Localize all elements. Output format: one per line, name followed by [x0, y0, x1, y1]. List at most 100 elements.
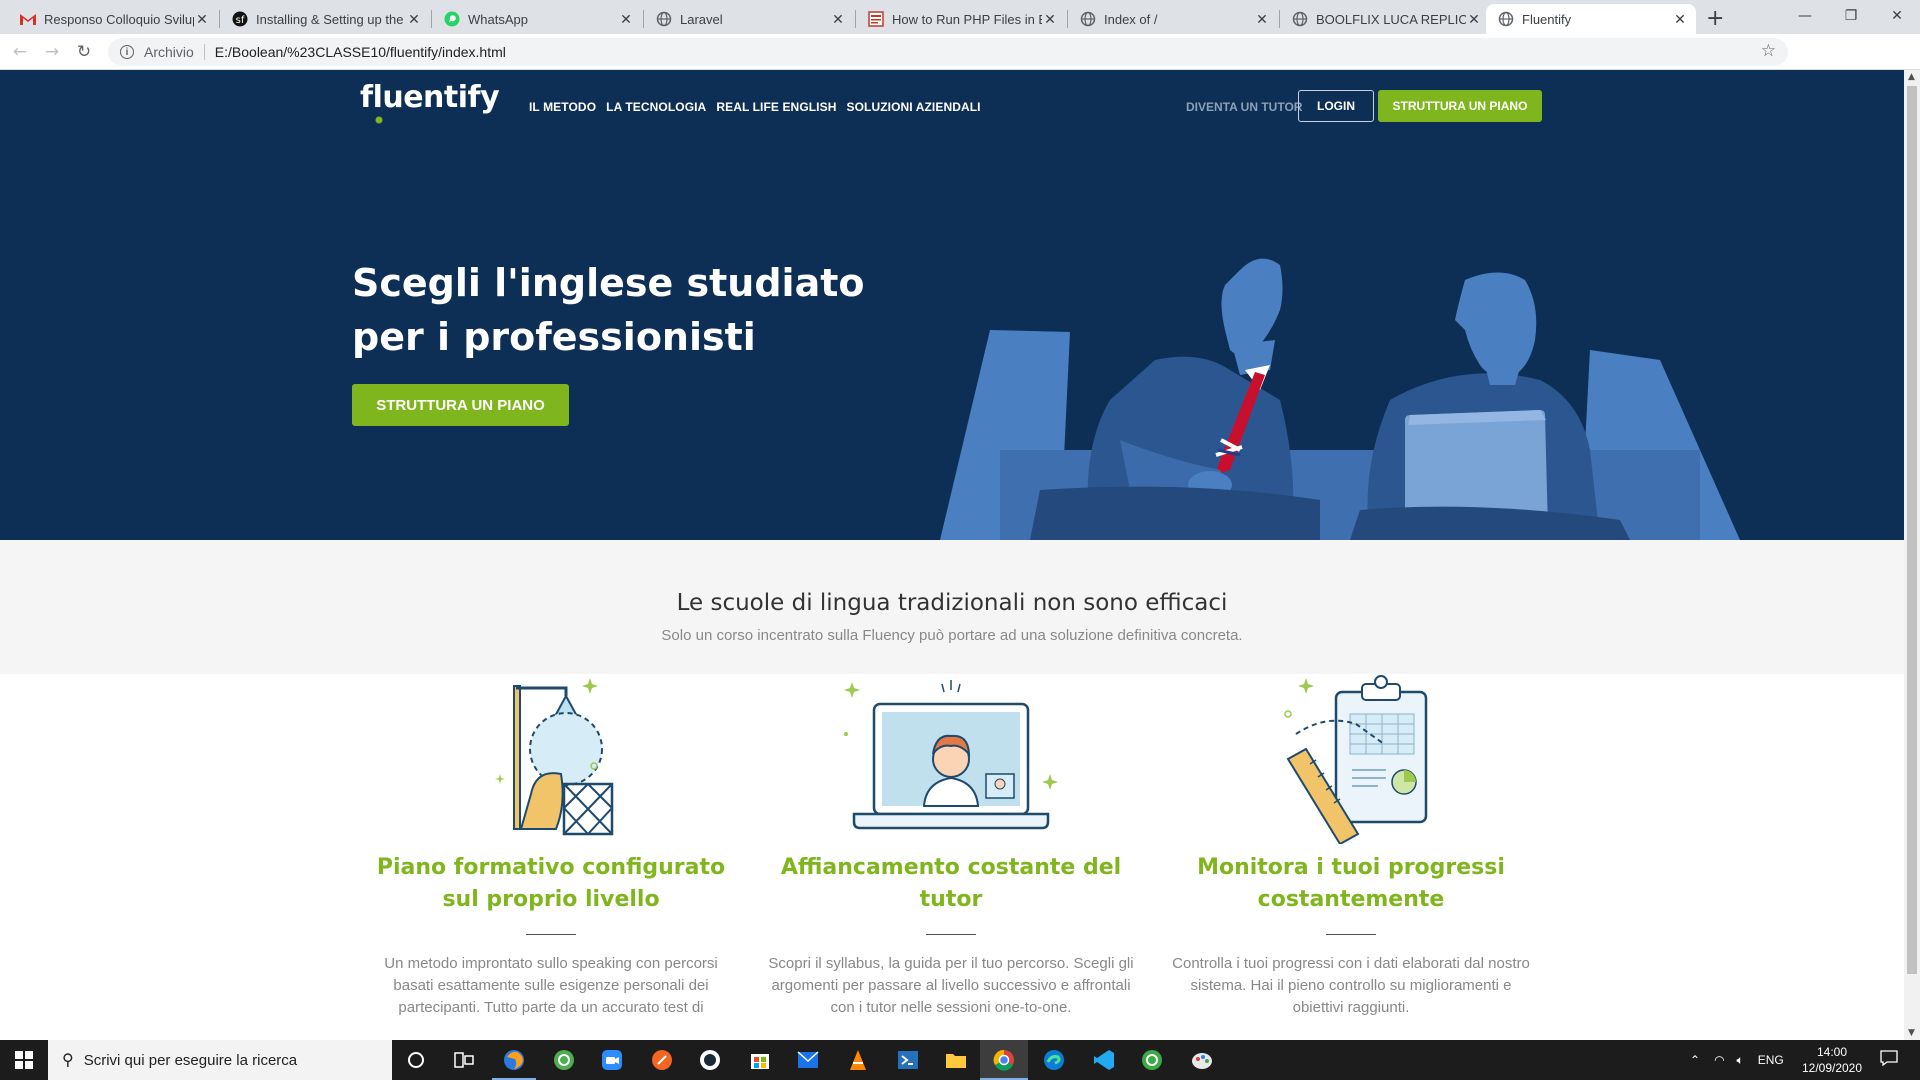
gitkraken-green-icon[interactable]: [1138, 1046, 1166, 1074]
page-viewport: fluentify IL METODO LA TECNOLOGIA REAL L…: [0, 70, 1904, 1040]
divider: [1326, 934, 1376, 935]
task-view-icon[interactable]: [450, 1046, 478, 1074]
scroll-down-arrow-icon[interactable]: ▼: [1908, 1028, 1915, 1038]
url-text[interactable]: E:/Boolean/%23CLASSE10/fluentify/index.h…: [215, 44, 506, 60]
close-icon[interactable]: ✕: [618, 11, 634, 28]
fluentify-logo[interactable]: fluentify: [360, 80, 500, 124]
system-clock[interactable]: 14:00 12/09/2020: [1792, 1044, 1872, 1076]
browser-toolbar: ← → ↻ i Archivio E:/Boolean/%23CLASSE10/…: [0, 34, 1920, 97]
cortana-icon[interactable]: [402, 1046, 430, 1074]
clock-time: 14:00: [1816, 1045, 1848, 1059]
edge-icon[interactable]: [1040, 1046, 1068, 1074]
close-icon[interactable]: ✕: [1672, 11, 1688, 28]
tab-title: BOOLFLIX LUCA REPLICA: [1316, 11, 1466, 27]
feature-card-plan: Piano formativo configurato sul proprio …: [366, 674, 736, 1019]
info-icon[interactable]: i: [120, 45, 134, 59]
hero-title: Scegli l'inglese studiato per i professi…: [352, 261, 865, 359]
reload-button[interactable]: ↻: [72, 40, 96, 64]
paint-palette-icon[interactable]: [1188, 1046, 1216, 1074]
zoom-icon[interactable]: [598, 1046, 626, 1074]
powershell-icon[interactable]: [894, 1046, 922, 1074]
search-placeholder: Scrivi qui per eseguire la ricerca: [83, 1051, 298, 1069]
back-button[interactable]: ←: [8, 40, 32, 64]
article-icon: [868, 11, 884, 27]
forward-button[interactable]: →: [40, 40, 64, 64]
feature-title: Piano formativo configurato sul proprio …: [376, 855, 726, 912]
nav-la-tecnologia[interactable]: LA TECNOLOGIA: [606, 100, 706, 114]
close-icon[interactable]: ✕: [1466, 11, 1482, 28]
feature-card-progress: Monitora i tuoi progressi costantemente …: [1166, 674, 1536, 1019]
vlc-icon[interactable]: [844, 1046, 872, 1074]
tab-fluentify[interactable]: Fluentify ✕: [1486, 4, 1696, 34]
hero-section: fluentify IL METODO LA TECNOLOGIA REAL L…: [0, 70, 1904, 540]
tab-whatsapp[interactable]: WhatsApp ✕: [432, 4, 642, 34]
scrollbar-thumb[interactable]: [1907, 86, 1917, 974]
login-button[interactable]: LOGIN: [1298, 90, 1374, 122]
svg-text:sf: sf: [236, 15, 245, 26]
globe-icon: [656, 11, 672, 27]
feature-title: Monitora i tuoi progressi costantemente: [1197, 855, 1505, 912]
close-icon[interactable]: ✕: [1042, 11, 1058, 28]
hero-plan-button[interactable]: STRUTTURA UN PIANO: [352, 384, 569, 426]
tab-title: Index of /: [1104, 11, 1158, 27]
new-tab-button[interactable]: +: [1706, 6, 1724, 31]
intro-section: Le scuole di lingua tradizionali non son…: [0, 540, 1904, 674]
close-icon[interactable]: ✕: [194, 11, 210, 28]
restore-button[interactable]: ❐: [1828, 0, 1874, 32]
become-tutor-link[interactable]: DIVENTA UN TUTOR: [1186, 100, 1302, 114]
chatgpt-green-app-icon[interactable]: [550, 1046, 578, 1074]
vscode-icon[interactable]: [1090, 1046, 1118, 1074]
network-icon[interactable]: ◠: [1714, 1053, 1724, 1067]
browser-tab-strip: Responso Colloquio Svilupp ✕ sf Installi…: [0, 0, 1920, 34]
page-scrollbar[interactable]: ▲ ▼: [1904, 70, 1920, 1040]
chrome-icon[interactable]: [990, 1046, 1018, 1074]
windows-taskbar: ⚲ Scrivi qui per eseguire la ricerca ⌃ ◠…: [0, 1040, 1920, 1080]
file-explorer-icon[interactable]: [942, 1046, 970, 1074]
feature-text: Scopri il syllabus, la guida per il tuo …: [768, 955, 1134, 1016]
tab-title: Installing & Setting up the S: [256, 11, 406, 27]
laptop-tutor-illustration-icon: [844, 680, 1058, 830]
steam-icon[interactable]: [696, 1046, 724, 1074]
microsoft-store-icon[interactable]: [746, 1046, 774, 1074]
header-plan-button[interactable]: STRUTTURA UN PIANO: [1378, 90, 1542, 122]
tab-php-article[interactable]: How to Run PHP Files in Bro ✕: [856, 4, 1066, 34]
taskbar-search-input[interactable]: ⚲ Scrivi qui per eseguire la ricerca: [48, 1040, 392, 1080]
nav-soluzioni-aziendali[interactable]: SOLUZIONI AZIENDALI: [846, 100, 980, 114]
scroll-up-arrow-icon[interactable]: ▲: [1908, 72, 1915, 82]
tab-index-of[interactable]: Index of / ✕: [1068, 4, 1278, 34]
feature-text: Un metodo improntato sullo speaking con …: [384, 955, 718, 1016]
tab-boolflix[interactable]: BOOLFLIX LUCA REPLICA ✕: [1280, 4, 1490, 34]
notification-center-icon[interactable]: [1880, 1050, 1900, 1068]
main-nav: IL METODO LA TECNOLOGIA REAL LIFE ENGLIS…: [529, 100, 981, 114]
close-icon[interactable]: ✕: [406, 11, 422, 28]
tab-laravel[interactable]: Laravel ✕: [644, 4, 854, 34]
gmail-icon: [20, 11, 36, 27]
bookmark-star-icon[interactable]: ☆: [1761, 41, 1776, 61]
tab-symfony[interactable]: sf Installing & Setting up the S ✕: [220, 4, 430, 34]
mail-icon[interactable]: [794, 1046, 822, 1074]
nav-real-life-english[interactable]: REAL LIFE ENGLISH: [716, 100, 836, 114]
firefox-icon[interactable]: [500, 1046, 528, 1074]
hero-businessmen-image: [940, 258, 1740, 540]
scheme-label: Archivio: [144, 44, 194, 60]
close-icon[interactable]: ✕: [1254, 11, 1270, 28]
close-icon[interactable]: ✕: [830, 11, 846, 28]
show-hidden-icons-chevron-icon[interactable]: ⌃: [1690, 1053, 1700, 1067]
divider: [926, 934, 976, 935]
whatsapp-icon: [444, 11, 460, 27]
intro-subtitle: Solo un corso incentrato sulla Fluency p…: [661, 627, 1243, 644]
intro-title: Le scuole di lingua tradizionali non son…: [676, 590, 1228, 616]
windows-start-button[interactable]: [0, 1040, 48, 1080]
address-bar[interactable]: i Archivio E:/Boolean/%23CLASSE10/fluent…: [108, 38, 1788, 66]
close-window-button[interactable]: ✕: [1874, 0, 1920, 32]
tab-title: WhatsApp: [468, 11, 528, 27]
logo-leaf-icon: [375, 116, 383, 124]
nav-il-metodo[interactable]: IL METODO: [529, 100, 596, 114]
brave-orange-icon[interactable]: [648, 1046, 676, 1074]
symfony-icon: sf: [232, 11, 248, 27]
volume-icon[interactable]: 🔈︎: [1737, 1053, 1744, 1068]
minimize-button[interactable]: —: [1782, 0, 1828, 32]
language-indicator[interactable]: ENG: [1758, 1053, 1784, 1067]
clipboard-progress-illustration-icon: [1284, 675, 1428, 844]
tab-gmail[interactable]: Responso Colloquio Svilupp ✕: [8, 4, 218, 34]
